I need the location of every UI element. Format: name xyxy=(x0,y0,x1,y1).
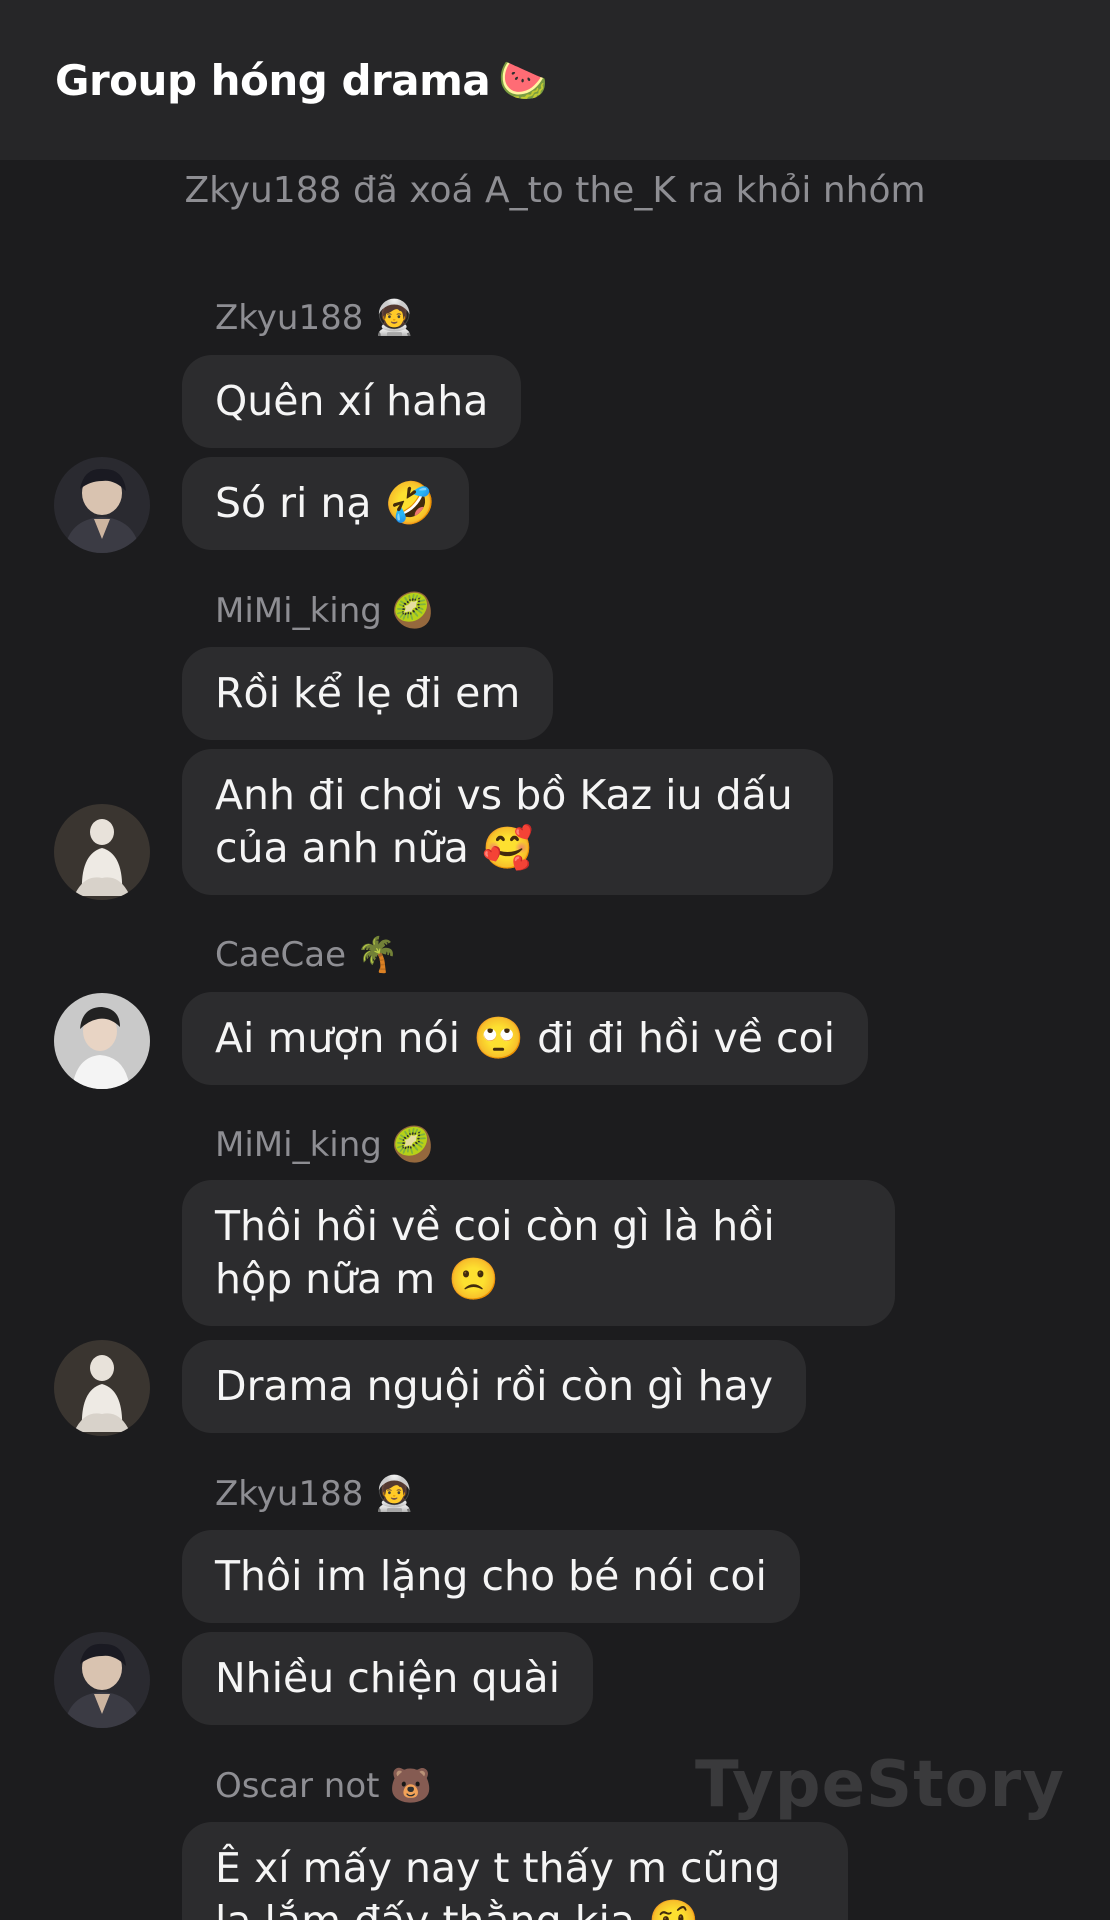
message-bubble[interactable]: Nhiều chiện quài xyxy=(182,1632,593,1725)
astronaut-icon: 🧑‍🚀 xyxy=(373,298,416,338)
avatar-caecae[interactable] xyxy=(54,993,150,1089)
message-bubble[interactable]: Drama nguội rồi còn gì hay xyxy=(182,1340,806,1433)
message-bubble[interactable]: Ai mượn nói 🙄 đi đi hồi về coi xyxy=(182,992,869,1085)
sender-name: MiMi_king 🥝 xyxy=(215,1125,435,1165)
sender-name: CaeCae 🌴 xyxy=(215,935,399,975)
watermark: TypeStory xyxy=(695,1748,1065,1822)
avatar-zkyu188[interactable] xyxy=(54,1632,150,1728)
group-title[interactable]: Group hóng drama xyxy=(55,56,491,105)
palm-tree-icon: 🌴 xyxy=(356,935,399,975)
chat-header: Group hóng drama 🍉 xyxy=(0,0,1110,160)
message-bubble[interactable]: Anh đi chơi vs bồ Kaz iu dấu của anh nữa… xyxy=(182,749,833,895)
message-bubble[interactable]: Thôi hồi về coi còn gì là hồi hộp nữa m … xyxy=(182,1180,895,1326)
message-bubble[interactable]: Só ri nạ 🤣 xyxy=(182,457,469,550)
avatar-mimi-king[interactable] xyxy=(54,804,150,900)
sender-name: MiMi_king 🥝 xyxy=(215,591,435,631)
avatar-zkyu188[interactable] xyxy=(54,457,150,553)
message-bubble[interactable]: Ê xí mấy nay t thấy m cũng lạ lắm đấy th… xyxy=(182,1822,848,1920)
sender-name: Zkyu188 🧑‍🚀 xyxy=(215,298,416,338)
bear-icon: 🐻 xyxy=(389,1766,432,1806)
watermelon-icon: 🍉 xyxy=(498,57,549,104)
kiwi-icon: 🥝 xyxy=(391,1125,435,1165)
avatar-mimi-king[interactable] xyxy=(54,1340,150,1436)
chat-screen: Group hóng drama 🍉 Zkyu188 đã xoá A_to t… xyxy=(0,0,1110,1920)
sender-name: Zkyu188 🧑‍🚀 xyxy=(215,1474,416,1514)
kiwi-icon: 🥝 xyxy=(391,591,435,631)
sender-name: Oscar not 🐻 xyxy=(215,1766,432,1806)
astronaut-icon: 🧑‍🚀 xyxy=(373,1474,416,1514)
message-bubble[interactable]: Quên xí haha xyxy=(182,355,522,448)
message-bubble[interactable]: Rồi kể lẹ đi em xyxy=(182,647,554,740)
system-message: Zkyu188 đã xoá A_to the_K ra khỏi nhóm xyxy=(184,170,926,211)
message-bubble[interactable]: Thôi im lặng cho bé nói coi xyxy=(182,1530,800,1623)
